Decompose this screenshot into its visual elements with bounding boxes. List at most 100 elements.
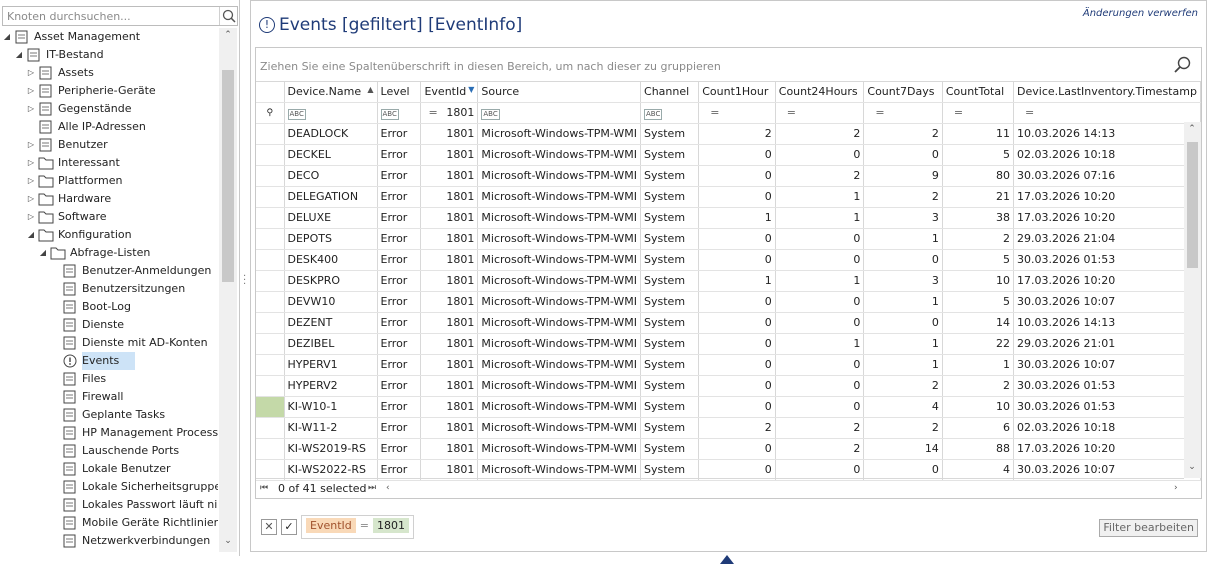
table-row[interactable]: DEZIBEL Error 1801 Microsoft-Windows-TPM-WM… bbox=[256, 333, 1201, 355]
row-indicator[interactable] bbox=[256, 270, 285, 292]
tree-item[interactable]: ▷ Peripherie-Geräte bbox=[2, 82, 218, 100]
tree-item[interactable]: Benutzersitzungen bbox=[2, 280, 218, 298]
table-row[interactable]: DEPOTS Error 1801 Microsoft-Windows-TPM-WMI… bbox=[256, 228, 1201, 250]
column-header[interactable]: EventId ▼ bbox=[420, 82, 479, 103]
expanded-icon[interactable]: ◢ bbox=[2, 28, 12, 46]
scroll-right-icon[interactable]: › bbox=[1174, 483, 1178, 493]
tree-item[interactable]: Lokales Passwort läuft nie ab bbox=[2, 496, 218, 514]
filter-value[interactable]: 1801 bbox=[372, 518, 409, 533]
filter-cell[interactable]: ABC bbox=[477, 102, 642, 124]
table-row[interactable]: DESKPRO Error 1801 Microsoft-Windows-TPM-WM… bbox=[256, 270, 1201, 292]
collapsed-icon[interactable]: ▷ bbox=[26, 82, 36, 100]
last-page-icon[interactable]: ⏭ bbox=[368, 483, 376, 493]
sort-ascending-icon[interactable]: ▲ bbox=[367, 85, 373, 94]
filter-cell[interactable]: = bbox=[863, 102, 943, 124]
first-page-icon[interactable]: ⏮ bbox=[260, 483, 268, 493]
row-indicator[interactable] bbox=[256, 228, 285, 250]
table-row[interactable]: HYPERV2 Error 1801 Microsoft-Windows-TPM-WM… bbox=[256, 375, 1201, 397]
tree-search-input[interactable]: Knoten durchsuchen... bbox=[2, 6, 238, 26]
filter-icon[interactable]: ▼ bbox=[468, 85, 474, 94]
scroll-up-icon[interactable]: ⌃ bbox=[1187, 124, 1197, 134]
filter-enabled-checkbox[interactable]: ✓ bbox=[281, 519, 297, 535]
group-panel[interactable]: Ziehen Sie eine Spaltenüberschrift in di… bbox=[256, 48, 1201, 82]
scroll-down-icon[interactable]: ⌄ bbox=[223, 536, 233, 546]
filter-cell[interactable]: ABC bbox=[284, 102, 378, 124]
tree-item[interactable]: ◢ IT-Bestand bbox=[2, 46, 218, 64]
collapsed-icon[interactable]: ▷ bbox=[26, 172, 36, 190]
filter-operator[interactable]: = bbox=[356, 519, 373, 532]
collapsed-icon[interactable]: ▷ bbox=[26, 154, 36, 172]
tree-item[interactable]: Dienste bbox=[2, 316, 218, 334]
tree-item[interactable]: ▷ Software bbox=[2, 208, 218, 226]
tree-item[interactable]: Events bbox=[2, 352, 218, 370]
text-filter-icon[interactable]: ABC bbox=[644, 108, 663, 120]
column-header[interactable]: Count1Hour bbox=[698, 82, 776, 103]
tree-item[interactable]: Geplante Tasks bbox=[2, 406, 218, 424]
row-indicator[interactable] bbox=[256, 333, 285, 355]
row-indicator[interactable] bbox=[256, 354, 285, 376]
table-row[interactable]: KI-WS2019-RS Error 1801 Microsoft-Windows-T… bbox=[256, 438, 1201, 460]
tree-item[interactable]: ▷ Benutzer bbox=[2, 136, 218, 154]
equals-filter-icon[interactable]: = bbox=[946, 106, 963, 119]
search-icon[interactable] bbox=[219, 7, 237, 25]
tree-item[interactable]: ◢ Abfrage-Listen bbox=[2, 244, 218, 262]
tree-item[interactable]: ▷ Assets bbox=[2, 64, 218, 82]
table-row[interactable]: DEZENT Error 1801 Microsoft-Windows-TPM-WMI… bbox=[256, 312, 1201, 334]
panel-splitter-handle[interactable]: · · · bbox=[243, 272, 247, 290]
row-indicator[interactable] bbox=[256, 312, 285, 334]
row-indicator[interactable] bbox=[256, 375, 285, 397]
tree-item[interactable]: Firewall bbox=[2, 388, 218, 406]
collapse-triangle-icon[interactable] bbox=[720, 555, 734, 564]
filter-cell[interactable]: ABC bbox=[640, 102, 700, 124]
tree-item[interactable]: Alle IP-Adressen bbox=[2, 118, 218, 136]
filter-cell[interactable]: = 1801 bbox=[420, 102, 479, 124]
tree-item[interactable]: Dienste mit AD-Konten bbox=[2, 334, 218, 352]
edit-filter-button[interactable]: Filter bearbeiten bbox=[1099, 519, 1198, 537]
collapsed-icon[interactable]: ▷ bbox=[26, 190, 36, 208]
eventid-filter-value[interactable]: 1801 bbox=[446, 106, 474, 119]
tree-item[interactable]: Lauschende Ports bbox=[2, 442, 218, 460]
table-row[interactable]: DELUXE Error 1801 Microsoft-Windows-TPM-WMI… bbox=[256, 207, 1201, 229]
filter-cell[interactable]: = bbox=[698, 102, 776, 124]
tree-item[interactable]: Lokale Benutzer bbox=[2, 460, 218, 478]
table-row[interactable]: DESK400 Error 1801 Microsoft-Windows-TPM-WM… bbox=[256, 249, 1201, 271]
tree-item[interactable]: ▷ Gegenstände bbox=[2, 100, 218, 118]
row-indicator[interactable] bbox=[256, 165, 285, 187]
scroll-left-icon[interactable]: ‹ bbox=[386, 483, 390, 493]
table-row[interactable]: KI-W11-2 Error 1801 Microsoft-Windows-TPM-W… bbox=[256, 417, 1201, 439]
row-indicator[interactable] bbox=[256, 417, 285, 439]
tree-scrollbar[interactable]: ⌃ ⌄ bbox=[219, 28, 237, 552]
tree-item[interactable]: HP Management Processor bbox=[2, 424, 218, 442]
equals-filter-icon[interactable]: = bbox=[779, 106, 796, 119]
row-indicator[interactable] bbox=[256, 186, 285, 208]
equals-filter-icon[interactable]: = bbox=[867, 106, 884, 119]
tree-scrollbar-thumb[interactable] bbox=[222, 70, 234, 282]
tree-item[interactable]: Boot-Log bbox=[2, 298, 218, 316]
column-header[interactable]: Device.Name ▲ bbox=[284, 82, 378, 103]
table-row[interactable]: DECKEL Error 1801 Microsoft-Windows-TPM-WMI… bbox=[256, 144, 1201, 166]
column-header[interactable]: Source bbox=[477, 82, 642, 103]
scroll-up-icon[interactable]: ⌃ bbox=[223, 30, 233, 40]
search-icon[interactable] bbox=[1173, 55, 1193, 75]
tree-item[interactable]: ▷ Hardware bbox=[2, 190, 218, 208]
table-row[interactable]: DEVW10 Error 1801 Microsoft-Windows-TPM-WMI… bbox=[256, 291, 1201, 313]
row-indicator[interactable] bbox=[256, 249, 285, 271]
scroll-down-icon[interactable]: ⌄ bbox=[1187, 462, 1197, 472]
row-indicator[interactable] bbox=[256, 438, 285, 460]
column-header[interactable]: Level bbox=[377, 82, 422, 103]
tree-item[interactable]: ◢ Konfiguration bbox=[2, 226, 218, 244]
tree-item[interactable]: ◢ Asset Management bbox=[2, 28, 218, 46]
collapsed-icon[interactable]: ▷ bbox=[26, 208, 36, 226]
row-indicator[interactable] bbox=[256, 207, 285, 229]
expanded-icon[interactable]: ◢ bbox=[14, 46, 24, 64]
row-indicator[interactable] bbox=[256, 291, 285, 313]
column-header[interactable]: CountTotal bbox=[942, 82, 1015, 103]
filter-cell[interactable]: = bbox=[775, 102, 865, 124]
tree-item[interactable]: Benutzer-Anmeldungen bbox=[2, 262, 218, 280]
table-row[interactable]: DECO Error 1801 Microsoft-Windows-TPM-WMI Sy… bbox=[256, 165, 1201, 187]
expanded-icon[interactable]: ◢ bbox=[26, 226, 36, 244]
column-header[interactable]: Channel bbox=[640, 82, 700, 103]
discard-changes-link[interactable]: Änderungen verwerfen bbox=[1083, 8, 1198, 19]
table-row[interactable]: DEADLOCK Error 1801 Microsoft-Windows-TPM-W… bbox=[256, 123, 1201, 145]
grid-scrollbar[interactable]: ⌃ ⌄ bbox=[1184, 122, 1201, 478]
